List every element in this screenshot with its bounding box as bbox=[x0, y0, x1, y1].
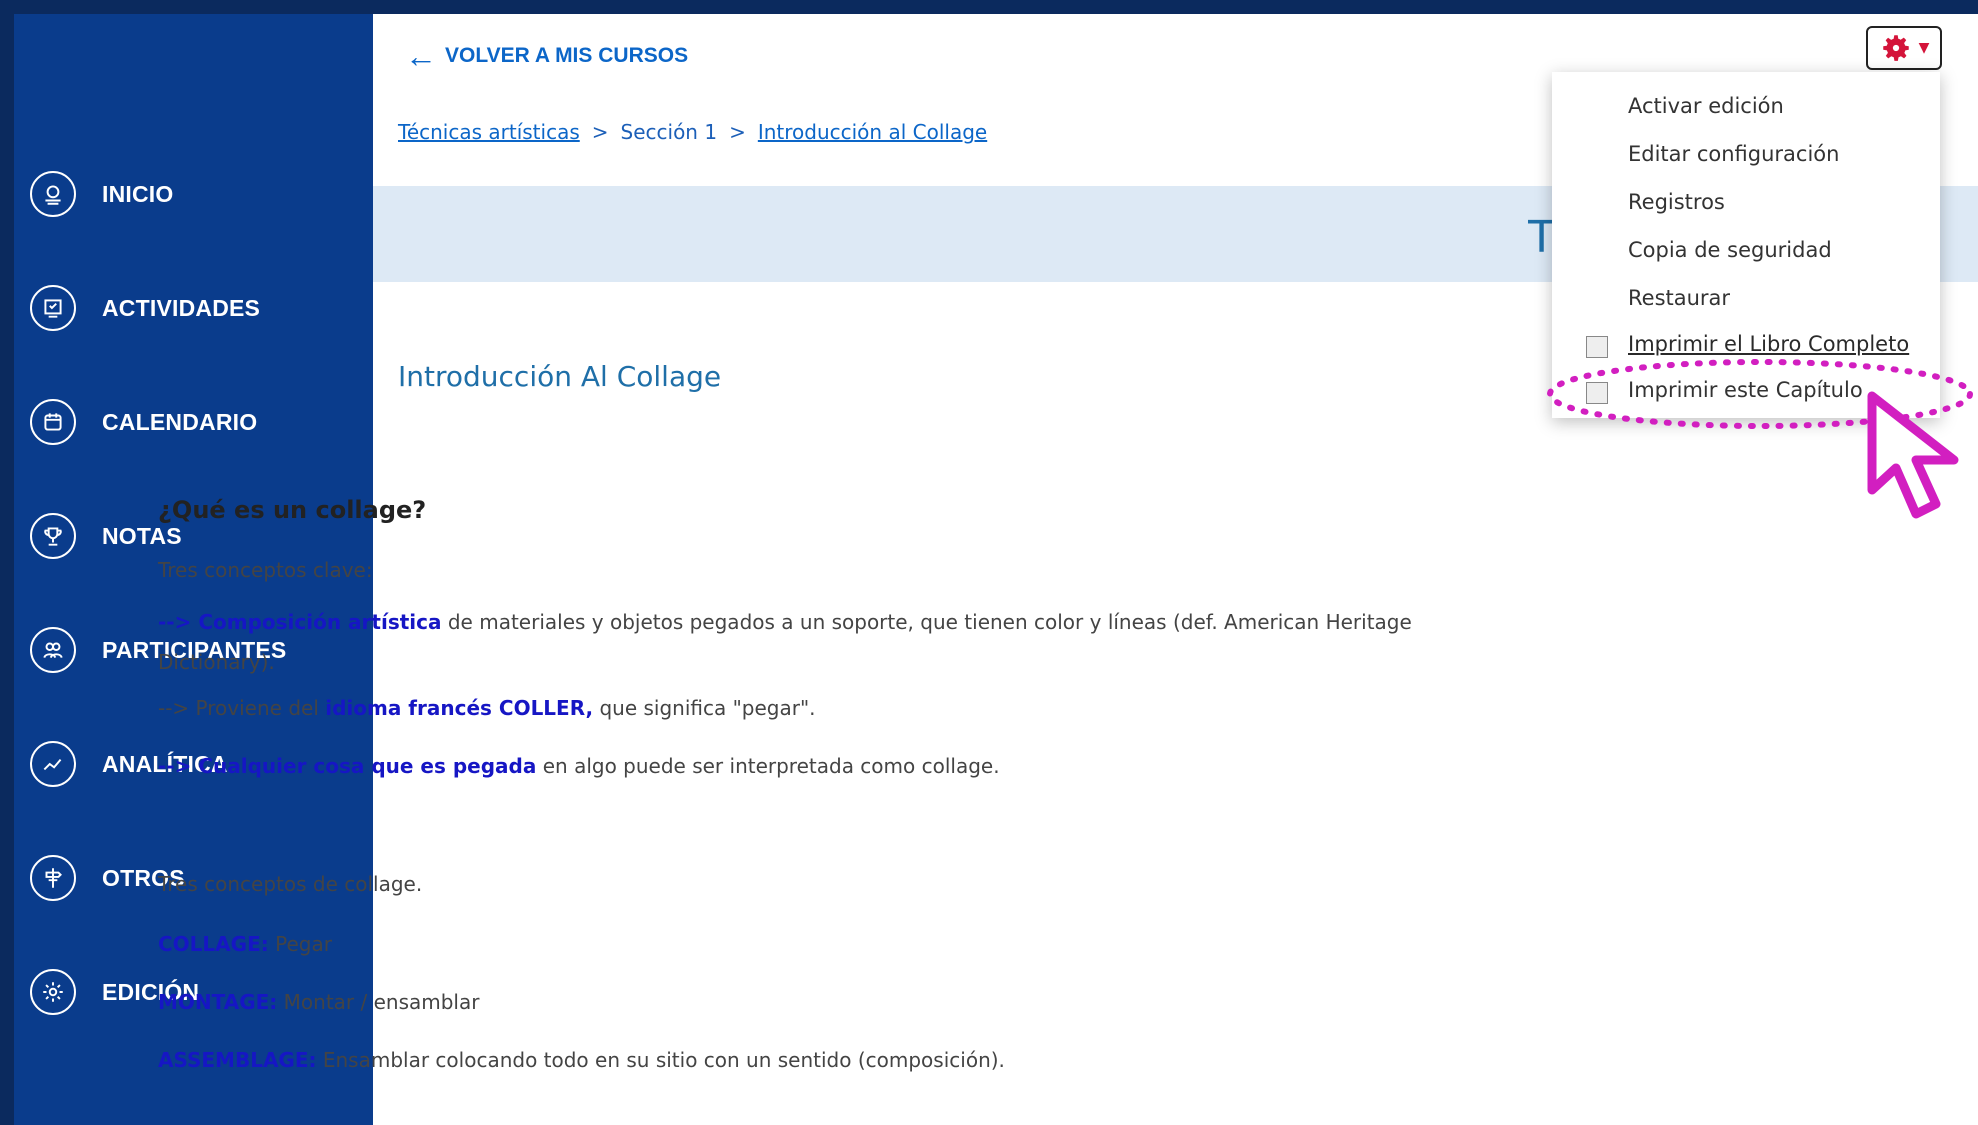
gear-icon bbox=[1882, 35, 1909, 61]
calendar-icon bbox=[30, 399, 76, 445]
menu-item-copia-seguridad[interactable]: Copia de seguridad bbox=[1628, 238, 1832, 262]
content-paragraph: --> Composición artística de materiales … bbox=[158, 610, 1412, 634]
activities-icon bbox=[30, 285, 76, 331]
content-heading: ¿Qué es un collage? bbox=[158, 496, 427, 524]
sidebar-item-label: CALENDARIO bbox=[102, 408, 258, 435]
actions-menu-button[interactable]: ▼ bbox=[1866, 26, 1942, 70]
trophy-icon bbox=[30, 513, 76, 559]
menu-item-registros[interactable]: Registros bbox=[1628, 190, 1725, 214]
signpost-icon bbox=[30, 855, 76, 901]
content-paragraph: --> Cualquier cosa que es pegada en algo… bbox=[158, 754, 1000, 778]
breadcrumb: Técnicas artísticas > Sección 1 > Introducci… bbox=[398, 120, 987, 144]
breadcrumb-separator: > bbox=[591, 120, 609, 144]
analytics-icon bbox=[30, 741, 76, 787]
menu-item-activar-edicion[interactable]: Activar edición bbox=[1628, 94, 1784, 118]
menu-item-restaurar[interactable]: Restaurar bbox=[1628, 286, 1730, 310]
chevron-down-icon: ▼ bbox=[1918, 40, 1930, 56]
back-label: VOLVER A MIS CURSOS bbox=[445, 44, 689, 67]
sidebar-item-actividades[interactable]: ACTIVIDADES bbox=[30, 280, 260, 336]
content-paragraph: MONTAGE: Montar / ensamblar bbox=[158, 990, 480, 1014]
participants-icon bbox=[30, 627, 76, 673]
pointer-cursor-icon bbox=[1867, 391, 1959, 519]
content-paragraph: Dictionary). bbox=[158, 650, 275, 674]
content-paragraph: Tres conceptos clave: bbox=[158, 558, 373, 582]
content-paragraph: COLLAGE: Pegar bbox=[158, 932, 332, 956]
sidebar-item-label: INICIO bbox=[102, 180, 174, 207]
chapter-title: Introducción Al Collage bbox=[398, 360, 722, 393]
breadcrumb-section: Sección 1 bbox=[620, 120, 718, 144]
sidebar-item-calendario[interactable]: CALENDARIO bbox=[30, 394, 257, 450]
content-paragraph: --> Proviene del idioma francés COLLER, … bbox=[158, 696, 816, 720]
content-paragraph: Tres conceptos de collage. bbox=[158, 872, 423, 896]
gear-icon bbox=[30, 969, 76, 1015]
sidebar-item-label: ACTIVIDADES bbox=[102, 294, 261, 321]
content-paragraph: ASSEMBLAGE: Ensamblar colocando todo en … bbox=[158, 1048, 1005, 1072]
sidebar-item-label: NOTAS bbox=[102, 522, 182, 549]
menu-item-editar-configuracion[interactable]: Editar configuración bbox=[1628, 142, 1839, 166]
sidebar-item-inicio[interactable]: INICIO bbox=[30, 166, 173, 222]
breadcrumb-page[interactable]: Introducción al Collage bbox=[758, 120, 987, 144]
arrow-left-icon: ← bbox=[405, 38, 437, 74]
breadcrumb-course[interactable]: Técnicas artísticas bbox=[398, 120, 580, 144]
breadcrumb-separator: > bbox=[729, 120, 746, 144]
menu-item-imprimir-libro[interactable]: Imprimir el Libro Completo bbox=[1628, 332, 1909, 356]
back-to-courses-link[interactable]: ← VOLVER A MIS CURSOS bbox=[405, 40, 688, 72]
home-icon bbox=[30, 171, 76, 217]
